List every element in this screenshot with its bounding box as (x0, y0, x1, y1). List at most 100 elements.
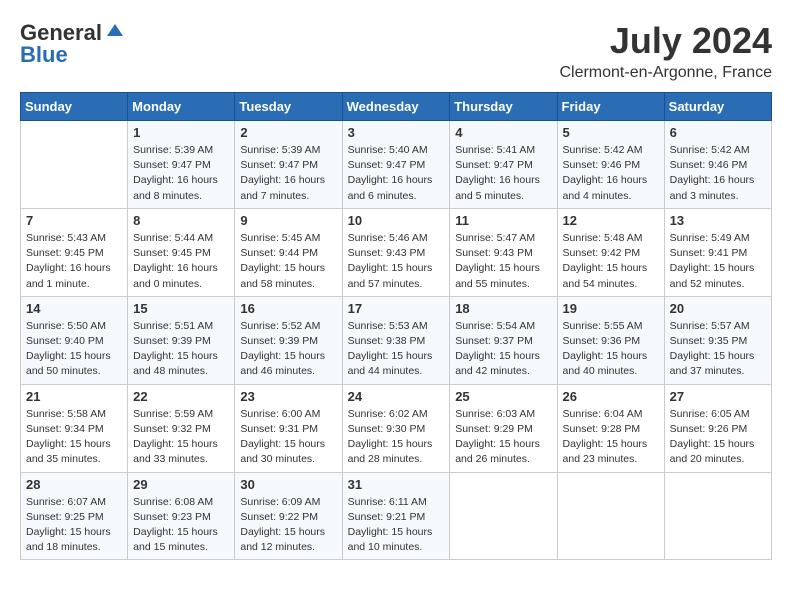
calendar-cell: 13 Sunrise: 5:49 AM Sunset: 9:41 PM Dayli… (664, 208, 771, 296)
weekday-header-wednesday: Wednesday (342, 93, 450, 121)
calendar-cell: 30 Sunrise: 6:09 AM Sunset: 9:22 PM Dayli… (235, 472, 342, 560)
day-info: Sunrise: 6:03 AM Sunset: 9:29 PM Dayligh… (455, 407, 551, 468)
day-number: 11 (455, 213, 551, 228)
day-info: Sunrise: 5:40 AM Sunset: 9:47 PM Dayligh… (348, 143, 445, 204)
calendar-cell: 18 Sunrise: 5:54 AM Sunset: 9:37 PM Dayli… (450, 296, 557, 384)
weekday-header-saturday: Saturday (664, 93, 771, 121)
calendar-cell: 2 Sunrise: 5:39 AM Sunset: 9:47 PM Daylig… (235, 121, 342, 209)
day-number: 15 (133, 301, 229, 316)
calendar-week-row: 1 Sunrise: 5:39 AM Sunset: 9:47 PM Daylig… (21, 121, 772, 209)
calendar-cell: 22Sunrise: 5:59 AM Sunset: 9:32 PM Dayli… (128, 384, 235, 472)
day-info: Sunrise: 6:05 AM Sunset: 9:26 PM Dayligh… (670, 407, 766, 468)
day-info: Sunrise: 5:55 AM Sunset: 9:36 PM Dayligh… (563, 319, 659, 380)
day-number: 5 (563, 125, 659, 140)
calendar-cell: 26Sunrise: 6:04 AM Sunset: 9:28 PM Dayli… (557, 384, 664, 472)
day-info: Sunrise: 6:08 AM Sunset: 9:23 PM Dayligh… (133, 495, 229, 556)
calendar-cell: 23 Sunrise: 6:00 AM Sunset: 9:31 PM Dayli… (235, 384, 342, 472)
calendar-cell (21, 121, 128, 209)
day-info: Sunrise: 5:54 AM Sunset: 9:37 PM Dayligh… (455, 319, 551, 380)
calendar-cell: 16 Sunrise: 5:52 AM Sunset: 9:39 PM Dayli… (235, 296, 342, 384)
day-number: 19 (563, 301, 659, 316)
calendar-week-row: 14 Sunrise: 5:50 AM Sunset: 9:40 PM Dayli… (21, 296, 772, 384)
calendar-cell: 4 Sunrise: 5:41 AM Sunset: 9:47 PM Daylig… (450, 121, 557, 209)
calendar-cell: 12 Sunrise: 5:48 AM Sunset: 9:42 PM Dayli… (557, 208, 664, 296)
calendar-cell (557, 472, 664, 560)
day-info: Sunrise: 5:46 AM Sunset: 9:43 PM Dayligh… (348, 231, 445, 292)
day-number: 8 (133, 213, 229, 228)
calendar-cell: 24 Sunrise: 6:02 AM Sunset: 9:30 PM Dayli… (342, 384, 450, 472)
calendar-week-row: 28 Sunrise: 6:07 AM Sunset: 9:25 PM Dayli… (21, 472, 772, 560)
day-number: 26 (563, 389, 659, 404)
logo-blue-text: Blue (20, 42, 68, 68)
page-header: General Blue July 2024 Clermont-en-Argon… (20, 20, 772, 82)
day-number: 31 (348, 477, 445, 492)
logo-icon (105, 22, 125, 42)
calendar-cell (664, 472, 771, 560)
weekday-header-row: SundayMondayTuesdayWednesdayThursdayFrid… (21, 93, 772, 121)
day-number: 30 (240, 477, 336, 492)
calendar-table: SundayMondayTuesdayWednesdayThursdayFrid… (20, 92, 772, 560)
calendar-cell: 15 Sunrise: 5:51 AM Sunset: 9:39 PM Dayli… (128, 296, 235, 384)
day-info: Sunrise: 5:48 AM Sunset: 9:42 PM Dayligh… (563, 231, 659, 292)
day-info: Sunrise: 6:00 AM Sunset: 9:31 PM Dayligh… (240, 407, 336, 468)
day-info: Sunrise: 5:44 AM Sunset: 9:45 PM Dayligh… (133, 231, 229, 292)
day-info: Sunrise: 5:51 AM Sunset: 9:39 PM Dayligh… (133, 319, 229, 380)
day-number: 29 (133, 477, 229, 492)
day-info: Sunrise: 6:09 AM Sunset: 9:22 PM Dayligh… (240, 495, 336, 556)
day-number: 27 (670, 389, 766, 404)
day-info: Sunrise: 6:07 AM Sunset: 9:25 PM Dayligh… (26, 495, 122, 556)
day-info: Sunrise: 5:50 AM Sunset: 9:40 PM Dayligh… (26, 319, 122, 380)
day-number: 10 (348, 213, 445, 228)
day-info: Sunrise: 5:49 AM Sunset: 9:41 PM Dayligh… (670, 231, 766, 292)
day-info: Sunrise: 5:59 AM Sunset: 9:32 PM Dayligh… (133, 407, 229, 468)
calendar-cell: 6Sunrise: 5:42 AM Sunset: 9:46 PM Daylig… (664, 121, 771, 209)
day-number: 12 (563, 213, 659, 228)
day-info: Sunrise: 6:02 AM Sunset: 9:30 PM Dayligh… (348, 407, 445, 468)
day-info: Sunrise: 5:41 AM Sunset: 9:47 PM Dayligh… (455, 143, 551, 204)
day-info: Sunrise: 5:42 AM Sunset: 9:46 PM Dayligh… (670, 143, 766, 204)
day-info: Sunrise: 5:47 AM Sunset: 9:43 PM Dayligh… (455, 231, 551, 292)
weekday-header-thursday: Thursday (450, 93, 557, 121)
calendar-cell: 5 Sunrise: 5:42 AM Sunset: 9:46 PM Daylig… (557, 121, 664, 209)
day-info: Sunrise: 5:53 AM Sunset: 9:38 PM Dayligh… (348, 319, 445, 380)
day-info: Sunrise: 5:43 AM Sunset: 9:45 PM Dayligh… (26, 231, 122, 292)
day-info: Sunrise: 5:52 AM Sunset: 9:39 PM Dayligh… (240, 319, 336, 380)
weekday-header-tuesday: Tuesday (235, 93, 342, 121)
day-number: 17 (348, 301, 445, 316)
day-info: Sunrise: 5:57 AM Sunset: 9:35 PM Dayligh… (670, 319, 766, 380)
calendar-cell (450, 472, 557, 560)
location-subtitle: Clermont-en-Argonne, France (559, 64, 772, 82)
calendar-cell: 31Sunrise: 6:11 AM Sunset: 9:21 PM Dayli… (342, 472, 450, 560)
calendar-cell: 20Sunrise: 5:57 AM Sunset: 9:35 PM Dayli… (664, 296, 771, 384)
day-number: 16 (240, 301, 336, 316)
day-number: 9 (240, 213, 336, 228)
day-number: 18 (455, 301, 551, 316)
calendar-cell: 3Sunrise: 5:40 AM Sunset: 9:47 PM Daylig… (342, 121, 450, 209)
calendar-cell: 8 Sunrise: 5:44 AM Sunset: 9:45 PM Daylig… (128, 208, 235, 296)
calendar-cell: 19 Sunrise: 5:55 AM Sunset: 9:36 PM Dayli… (557, 296, 664, 384)
calendar-cell: 29 Sunrise: 6:08 AM Sunset: 9:23 PM Dayli… (128, 472, 235, 560)
calendar-cell: 28 Sunrise: 6:07 AM Sunset: 9:25 PM Dayli… (21, 472, 128, 560)
day-info: Sunrise: 5:58 AM Sunset: 9:34 PM Dayligh… (26, 407, 122, 468)
day-number: 25 (455, 389, 551, 404)
calendar-cell: 11 Sunrise: 5:47 AM Sunset: 9:43 PM Dayli… (450, 208, 557, 296)
calendar-cell: 1Sunrise: 5:39 AM Sunset: 9:47 PM Daylig… (128, 121, 235, 209)
weekday-header-friday: Friday (557, 93, 664, 121)
day-info: Sunrise: 5:42 AM Sunset: 9:46 PM Dayligh… (563, 143, 659, 204)
day-number: 2 (240, 125, 336, 140)
day-number: 28 (26, 477, 122, 492)
day-number: 13 (670, 213, 766, 228)
day-number: 14 (26, 301, 122, 316)
calendar-cell: 17 Sunrise: 5:53 AM Sunset: 9:38 PM Dayli… (342, 296, 450, 384)
day-number: 24 (348, 389, 445, 404)
day-number: 1 (133, 125, 229, 140)
day-number: 23 (240, 389, 336, 404)
day-info: Sunrise: 5:39 AM Sunset: 9:47 PM Dayligh… (240, 143, 336, 204)
month-year-title: July 2024 (559, 20, 772, 62)
calendar-cell: 7 Sunrise: 5:43 AM Sunset: 9:45 PM Daylig… (21, 208, 128, 296)
day-number: 4 (455, 125, 551, 140)
calendar-cell: 25 Sunrise: 6:03 AM Sunset: 9:29 PM Dayli… (450, 384, 557, 472)
day-number: 7 (26, 213, 122, 228)
calendar-cell: 14 Sunrise: 5:50 AM Sunset: 9:40 PM Dayli… (21, 296, 128, 384)
day-number: 21 (26, 389, 122, 404)
